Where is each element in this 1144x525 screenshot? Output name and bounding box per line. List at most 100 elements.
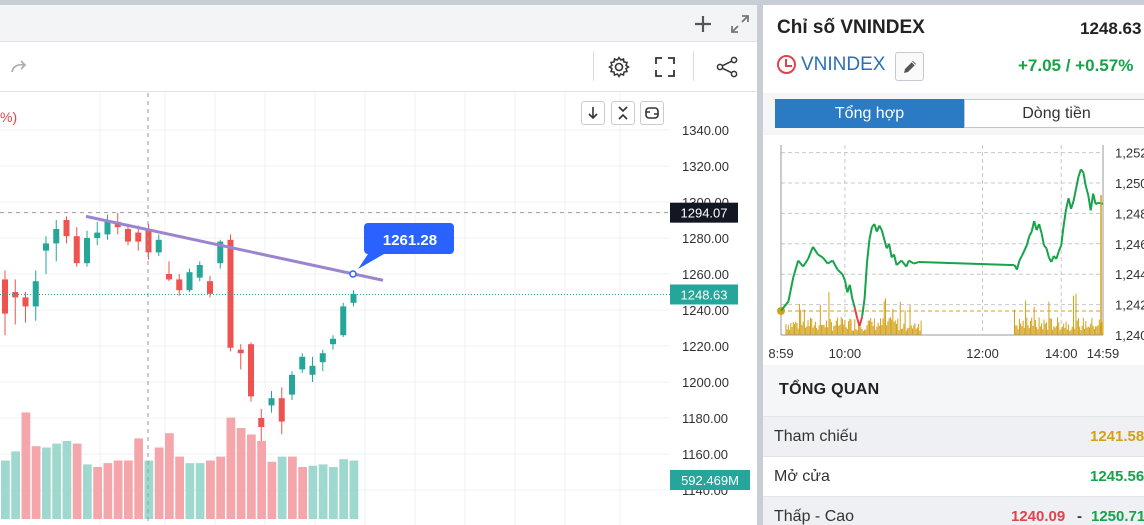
- partial-percent-label: %): [0, 109, 18, 125]
- volume-bar: [318, 464, 328, 519]
- candle-body: [73, 236, 80, 264]
- expand-arrows-icon[interactable]: [727, 11, 753, 37]
- mini-grid: 1,252 1,250 1,248 1,246 1,244 1,242 1,240 8:59 1…: [768, 145, 1144, 361]
- redo-arrow-icon[interactable]: [4, 52, 34, 82]
- volume-bars: [1, 412, 359, 519]
- intraday-chart-canvas[interactable]: 1,252 1,250 1,248 1,246 1,244 1,242 1,240 8:59 1…: [763, 135, 1144, 365]
- mini-y-tick: 1,252: [1115, 146, 1144, 161]
- reset-view-icon[interactable]: [640, 101, 664, 125]
- mini-price-segment: [868, 226, 873, 240]
- price-tick-label: 1240.00: [682, 303, 729, 318]
- intraday-chart[interactable]: 1,252 1,250 1,248 1,246 1,244 1,242 1,240 8:59 1…: [763, 135, 1144, 365]
- volume-bar: [349, 460, 359, 519]
- grid-lines: [0, 93, 670, 525]
- volume-bar: [83, 464, 92, 519]
- volume-bar: [103, 463, 113, 519]
- volume-bar: [308, 465, 318, 519]
- candle-body: [350, 293, 357, 303]
- mini-price-segment: [913, 261, 919, 265]
- candle-body: [330, 338, 336, 345]
- mini-price-segment: [908, 259, 915, 265]
- mini-price-segment: [817, 253, 824, 259]
- mini-y-tick: 1,248: [1115, 206, 1144, 221]
- row-low-value: 1240.09: [1011, 508, 1066, 525]
- volume-bar: [185, 463, 195, 519]
- price-tick-label: 1260.00: [682, 267, 729, 282]
- volume-bar: [21, 412, 31, 519]
- candle-body: [237, 349, 244, 354]
- volume-bar: [175, 456, 184, 519]
- mini-price-segment: [797, 259, 804, 268]
- candle-body: [22, 297, 29, 307]
- candle-body: [94, 232, 101, 238]
- volume-bar: [154, 447, 164, 519]
- volume-bar: [1, 460, 10, 519]
- volume-bar: [165, 433, 174, 519]
- fullscreen-icon[interactable]: [650, 52, 680, 82]
- mini-price-segment: [1070, 200, 1075, 210]
- candlestick-chart[interactable]: 1340.00 1320.00 1300.00 1280.00 1260.00 1240.…: [0, 93, 757, 525]
- trend-anchor: [349, 270, 357, 278]
- mini-x-tick: 8:59: [768, 346, 793, 361]
- mini-price-segment: [780, 300, 790, 312]
- index-detail-panel: Chỉ số VNINDEX 1248.63 VNINDEX +7.05 / +…: [763, 5, 1144, 525]
- price-tick-label: 1220.00: [682, 339, 729, 354]
- chart-tab-bar: [0, 5, 757, 42]
- row-label: Mở cửa: [774, 468, 830, 485]
- mini-price-segment: [848, 284, 854, 299]
- current-price-tag-text: 1248.63: [681, 287, 728, 302]
- candle-body: [227, 239, 234, 348]
- volume-bar: [329, 467, 338, 519]
- plus-icon[interactable]: [690, 11, 716, 37]
- volume-bar: [144, 460, 154, 519]
- mini-price-segment: [1045, 248, 1050, 258]
- price-tick-label: 1160.00: [682, 447, 728, 462]
- mini-y-tick: 1,240: [1115, 328, 1144, 343]
- chart-toolbar: [0, 42, 757, 92]
- mini-x-tick: 14:00: [1045, 346, 1078, 361]
- mini-y-tick: 1,246: [1115, 237, 1144, 252]
- volume-tag: 592.469M: [670, 470, 750, 490]
- index-title: Chỉ số VNINDEX: [777, 17, 925, 38]
- mini-price-segment: [831, 260, 839, 271]
- candle-body: [135, 232, 142, 242]
- candle-body: [32, 281, 39, 307]
- candle-body: [268, 398, 275, 406]
- mini-price-segment: [1038, 223, 1043, 234]
- chart-canvas[interactable]: 1340.001320.001300.001280.001260.001240.…: [0, 93, 757, 525]
- toolbar-divider: [693, 51, 694, 81]
- volume-bar: [93, 467, 102, 519]
- volume-tag-text: 592.469M: [681, 473, 739, 488]
- volume-bar: [42, 447, 51, 519]
- arrow-down-icon[interactable]: [581, 101, 605, 125]
- candle-body: [319, 353, 326, 363]
- price-axis: 1340.001320.001300.001280.001260.001240.…: [682, 123, 729, 498]
- volume-bar: [11, 451, 20, 519]
- mini-price-segment: [1074, 176, 1080, 190]
- gear-icon[interactable]: [604, 52, 634, 82]
- index-symbol[interactable]: VNINDEX: [801, 54, 885, 76]
- crosshair-price-tag-text: 1294.07: [681, 206, 728, 221]
- candle-body: [196, 265, 203, 278]
- overview-title: TỔNG QUAN: [779, 381, 880, 398]
- index-change: +7.05 / +0.57%: [1018, 56, 1134, 75]
- volume-bar: [267, 461, 277, 519]
- pencil-icon[interactable]: [895, 52, 924, 81]
- price-tick-label: 1280.00: [682, 231, 729, 246]
- mini-price-segment: [812, 246, 819, 255]
- toolbar-divider: [593, 51, 594, 81]
- mini-price-segment: [863, 261, 869, 299]
- candle-body: [289, 374, 295, 395]
- volume-bar: [62, 441, 72, 519]
- mini-x-tick: 12:00: [966, 346, 999, 361]
- tab-summary[interactable]: Tổng hợp: [775, 99, 964, 128]
- share-icon[interactable]: [712, 52, 742, 82]
- volume-bar: [134, 438, 143, 519]
- row-value: 1245.56: [1090, 468, 1144, 485]
- mini-price-segment: [1043, 244, 1048, 249]
- tab-cashflow[interactable]: Dòng tiền: [964, 99, 1144, 128]
- mini-price-segment: [1060, 225, 1065, 246]
- collapse-icon[interactable]: [611, 101, 635, 125]
- mini-price-segment: [888, 243, 893, 258]
- row-high-value: 1250.71: [1091, 508, 1144, 525]
